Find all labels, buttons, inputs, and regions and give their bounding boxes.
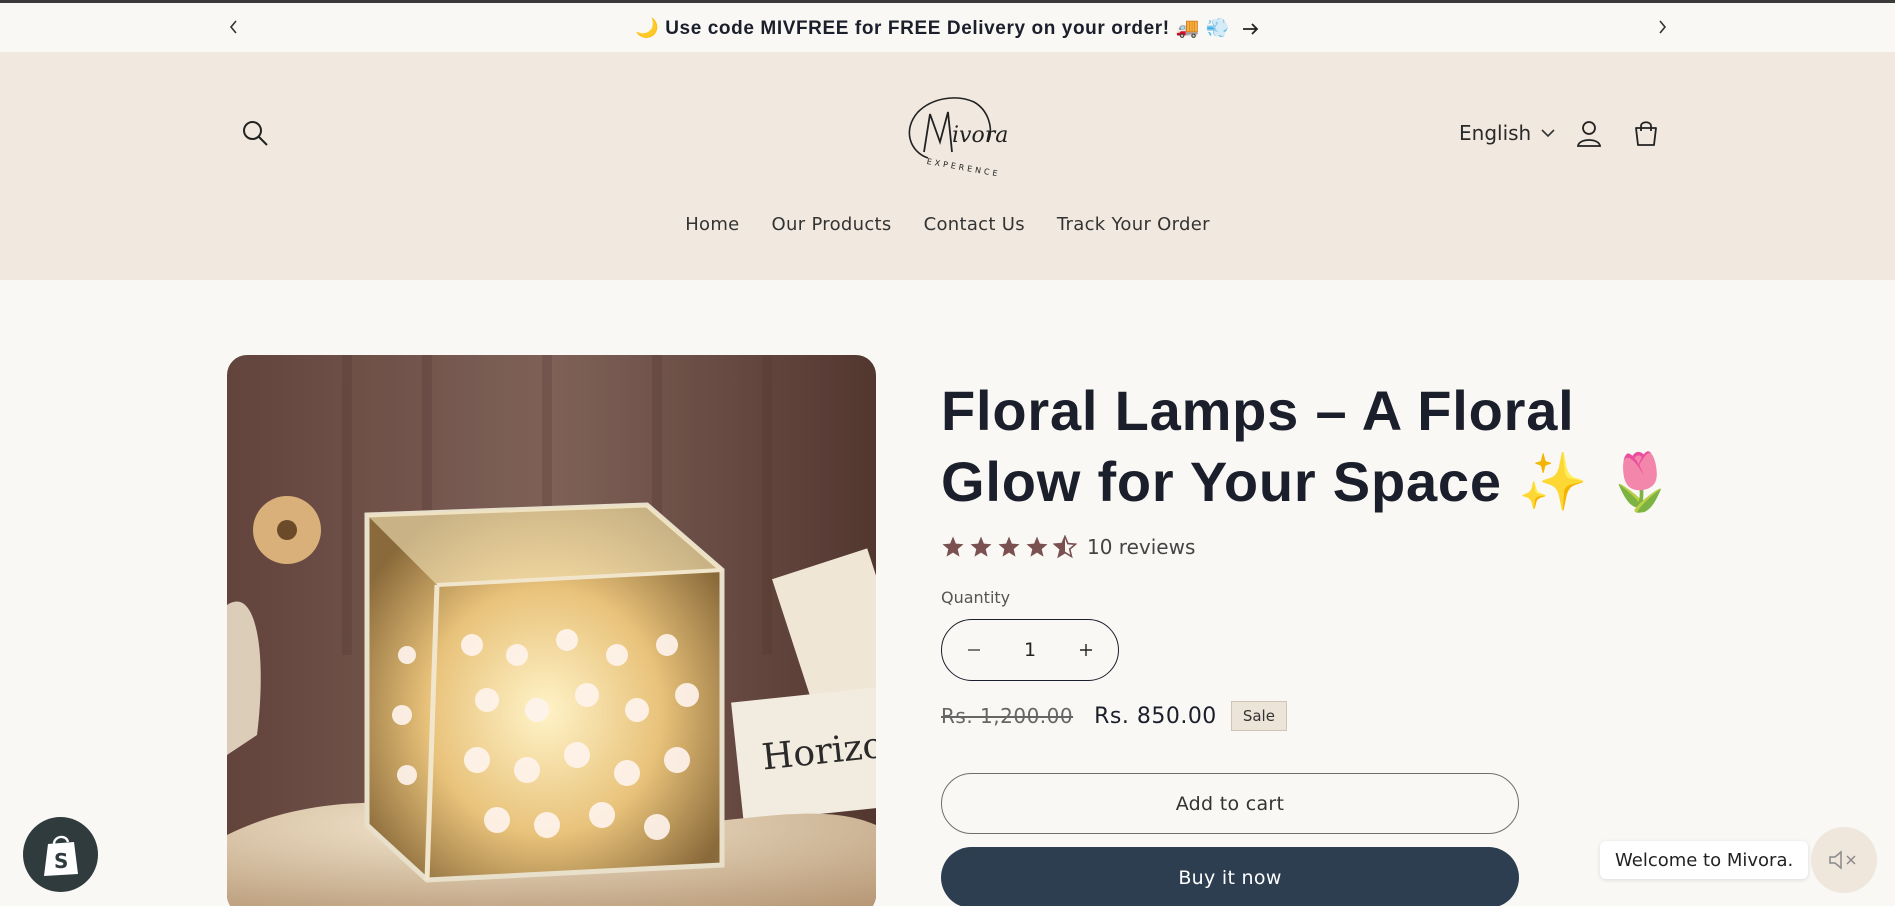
chevron-right-icon xyxy=(1659,20,1667,34)
welcome-bubble: Welcome to Mivora. xyxy=(1600,841,1809,879)
arrow-right-icon xyxy=(1242,23,1259,35)
quantity-decrease-button[interactable] xyxy=(960,636,988,664)
announcement-message[interactable]: 🌙 Use code MIVFREE for FREE Delivery on … xyxy=(0,16,1895,40)
sale-badge: Sale xyxy=(1230,701,1287,731)
mivora-logo: ivora EXPERENCE xyxy=(908,97,1008,179)
language-selector[interactable]: English xyxy=(1459,118,1555,148)
quantity-label: Quantity xyxy=(941,588,1011,607)
star-half-icon xyxy=(1053,535,1077,559)
user-icon xyxy=(1576,121,1602,147)
cart-icon xyxy=(1635,121,1657,146)
account-button[interactable] xyxy=(1572,116,1606,150)
announcement-next-button[interactable] xyxy=(1652,17,1672,37)
site-logo[interactable]: ivora EXPERENCE xyxy=(890,82,1010,182)
product-info: Floral Lamps – A Floral Glow for Your Sp… xyxy=(941,375,1681,906)
sale-price: Rs. 850.00 xyxy=(1094,703,1217,729)
search-button[interactable] xyxy=(238,116,272,150)
main-nav: Home Our Products Contact Us Track Your … xyxy=(0,214,1895,235)
product-image[interactable]: Horizon xyxy=(227,355,876,906)
announcement-bar: 🌙 Use code MIVFREE for FREE Delivery on … xyxy=(0,3,1895,52)
shopify-badge-button[interactable]: S xyxy=(23,817,98,892)
star-icon xyxy=(1026,536,1048,557)
svg-text:EXPERENCE: EXPERENCE xyxy=(926,157,1001,179)
announcement-text: 🌙 Use code MIVFREE for FREE Delivery on … xyxy=(635,18,1231,39)
cart-button[interactable] xyxy=(1629,116,1663,150)
sound-toggle-button[interactable] xyxy=(1811,827,1877,893)
add-to-cart-button[interactable]: Add to cart xyxy=(941,773,1519,834)
shopify-bag-icon: S xyxy=(43,835,78,876)
quantity-input[interactable] xyxy=(1010,639,1050,661)
price-row: Rs. 1,200.00 Rs. 850.00 Sale xyxy=(941,701,1287,731)
svg-text:S: S xyxy=(54,849,68,873)
quantity-stepper xyxy=(941,619,1119,681)
chevron-down-icon xyxy=(1541,129,1555,138)
nav-our-products[interactable]: Our Products xyxy=(772,214,892,235)
product-rating[interactable]: 10 reviews xyxy=(941,535,1195,559)
minus-icon xyxy=(968,649,980,651)
speaker-muted-icon xyxy=(1829,850,1856,870)
buy-now-button[interactable]: Buy it now xyxy=(941,847,1519,906)
svg-text:ivora: ivora xyxy=(952,123,1008,148)
product-title: Floral Lamps – A Floral Glow for Your Sp… xyxy=(941,379,1676,513)
reviews-count[interactable]: 10 reviews xyxy=(1087,535,1195,559)
search-icon xyxy=(243,121,268,146)
plus-icon xyxy=(1080,644,1092,656)
nav-contact-us[interactable]: Contact Us xyxy=(924,214,1025,235)
floral-lamp-photo: Horizon xyxy=(227,355,876,906)
site-header: ivora EXPERENCE English Home Our Product… xyxy=(0,52,1895,280)
star-icon xyxy=(942,536,964,557)
compare-at-price: Rs. 1,200.00 xyxy=(941,704,1074,728)
nav-home[interactable]: Home xyxy=(685,214,739,235)
nav-track-order[interactable]: Track Your Order xyxy=(1057,214,1210,235)
quantity-increase-button[interactable] xyxy=(1072,636,1100,664)
star-icon xyxy=(970,536,992,557)
language-label: English xyxy=(1459,121,1532,145)
star-icon xyxy=(998,536,1020,557)
